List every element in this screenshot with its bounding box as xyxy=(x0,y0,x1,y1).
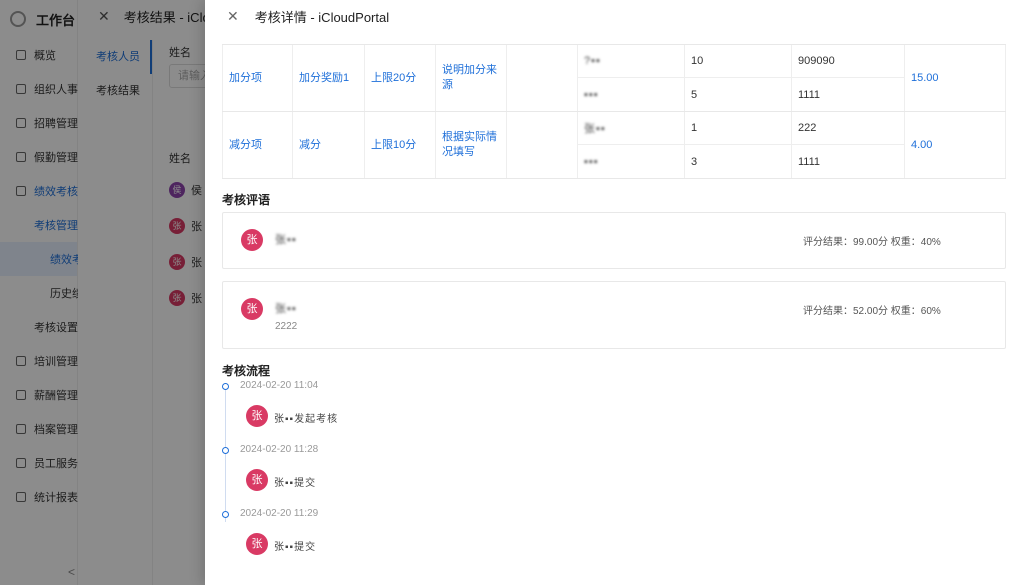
flow-text: 张▪▪发起考核 xyxy=(274,414,339,425)
timeline-dot xyxy=(222,383,229,390)
item-desc[interactable]: 说明加分来源 xyxy=(436,45,507,111)
score-remark: 1111 xyxy=(792,145,905,178)
item-type[interactable]: 减分项 xyxy=(222,112,293,178)
table-row: ▪▪▪ 5 1111 xyxy=(578,78,905,111)
item-limit[interactable]: 上限20分 xyxy=(365,45,436,111)
score-weight-text: 评分结果：99.00分 权重：40% xyxy=(803,237,941,248)
table-group-bonus: 加分项 加分奖励1 上限20分 说明加分来源 ?▪▪ 10 909090 ▪▪▪… xyxy=(222,45,1006,112)
adjustment-table: 加分项 加分奖励1 上限20分 说明加分来源 ?▪▪ 10 909090 ▪▪▪… xyxy=(222,44,1006,179)
score-value: 10 xyxy=(685,45,792,77)
avatar: 张 xyxy=(241,298,263,320)
group-total[interactable]: 15.00 xyxy=(905,45,1006,111)
flow-section-title: 考核流程 xyxy=(222,364,271,378)
score-remark: 909090 xyxy=(792,45,905,77)
reviewer-name: 张▪▪ xyxy=(275,234,297,246)
score-rows: 张▪▪ 1 222 ▪▪▪ 3 1111 xyxy=(578,112,905,178)
modal-overlay[interactable] xyxy=(0,0,205,585)
timeline-dot xyxy=(222,511,229,518)
comments-section-title: 考核评语 xyxy=(222,193,271,207)
drawer-header: ✕ 考核详情 - iCloudPortal xyxy=(205,0,1024,32)
scorer-name: 张▪▪ xyxy=(578,112,685,144)
group-total[interactable]: 4.00 xyxy=(905,112,1006,178)
empty-cell xyxy=(507,112,578,178)
item-type[interactable]: 加分项 xyxy=(222,45,293,111)
item-name[interactable]: 减分 xyxy=(293,112,365,178)
timeline-line xyxy=(225,386,226,522)
comment-card: 张 张▪▪ 评分结果：99.00分 权重：40% xyxy=(222,212,1006,269)
flow-text: 张▪▪提交 xyxy=(274,542,317,553)
scorer-name: ▪▪▪ xyxy=(578,145,685,178)
score-value: 3 xyxy=(685,145,792,178)
table-row: 张▪▪ 1 222 xyxy=(578,112,905,145)
empty-cell xyxy=(507,45,578,111)
table-group-penalty: 减分项 减分 上限10分 根据实际情况填写 张▪▪ 1 222 ▪▪▪ 3 11… xyxy=(222,112,1006,179)
item-limit[interactable]: 上限10分 xyxy=(365,112,436,178)
table-row: ▪▪▪ 3 1111 xyxy=(578,145,905,178)
reviewer-name: 张▪▪ xyxy=(275,303,297,315)
comment-card: 张 张▪▪ 2222 评分结果：52.00分 权重：60% xyxy=(222,281,1006,349)
avatar: 张 xyxy=(246,469,268,491)
drawer-title: 考核详情 - iCloudPortal xyxy=(254,9,390,25)
flow-time: 2024-02-20 11:04 xyxy=(240,380,319,391)
flow-text: 张▪▪提交 xyxy=(274,478,317,489)
scorer-name: ?▪▪ xyxy=(578,45,685,77)
avatar: 张 xyxy=(246,405,268,427)
table-row: ?▪▪ 10 909090 xyxy=(578,45,905,78)
review-flow-timeline: 2024-02-20 11:04 张 张▪▪发起考核 2024-02-20 11… xyxy=(222,378,1006,578)
score-rows: ?▪▪ 10 909090 ▪▪▪ 5 1111 xyxy=(578,45,905,111)
avatar: 张 xyxy=(241,229,263,251)
score-remark: 222 xyxy=(792,112,905,144)
review-detail-drawer: 加分项 加分奖励1 上限20分 说明加分来源 ?▪▪ 10 909090 ▪▪▪… xyxy=(205,0,1024,585)
close-icon[interactable]: ✕ xyxy=(227,8,239,25)
score-weight-text: 评分结果：52.00分 权重：60% xyxy=(803,306,941,317)
flow-time: 2024-02-20 11:28 xyxy=(240,444,319,455)
timeline-dot xyxy=(222,447,229,454)
flow-time: 2024-02-20 11:29 xyxy=(240,508,319,519)
comment-text: 2222 xyxy=(275,321,298,332)
score-value: 1 xyxy=(685,112,792,144)
avatar: 张 xyxy=(246,533,268,555)
item-name[interactable]: 加分奖励1 xyxy=(293,45,365,111)
item-desc[interactable]: 根据实际情况填写 xyxy=(436,112,507,178)
score-value: 5 xyxy=(685,78,792,111)
score-remark: 1111 xyxy=(792,78,905,111)
scorer-name: ▪▪▪ xyxy=(578,78,685,111)
